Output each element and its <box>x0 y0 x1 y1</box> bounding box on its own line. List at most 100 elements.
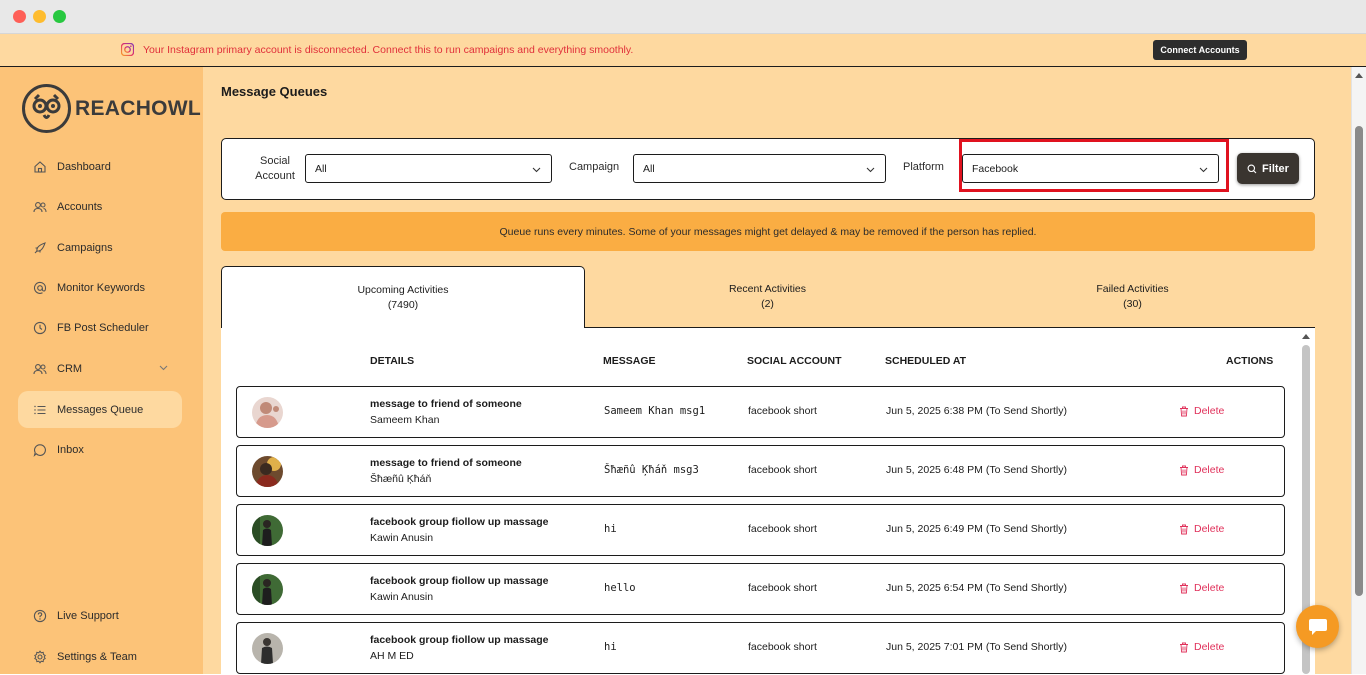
sidebar-item-label: Live Support <box>57 609 119 622</box>
sidebar-item-dashboard[interactable]: Dashboard <box>18 148 182 185</box>
sidebar-item-campaigns[interactable]: Campaigns <box>18 229 182 266</box>
social-account-label: Social Account <box>255 155 295 182</box>
page-scrollbar[interactable] <box>1351 67 1366 674</box>
rocket-icon <box>34 241 46 253</box>
sidebar-item-label: Settings & Team <box>57 650 137 663</box>
social-account-select[interactable]: All <box>305 154 552 183</box>
row-social-account: facebook short <box>748 464 817 476</box>
sidebar: REACHOWL Dashboard Accounts Campaigns Mo… <box>0 67 203 674</box>
delete-button[interactable]: Delete <box>1179 464 1224 476</box>
sidebar-item-crm[interactable]: CRM <box>18 350 182 387</box>
trash-icon <box>1180 406 1188 416</box>
row-social-account: facebook short <box>748 405 817 417</box>
row-social-account: facebook short <box>748 523 817 535</box>
sidebar-item-label: Dashboard <box>57 160 111 173</box>
sidebar-item-label: CRM <box>57 362 83 375</box>
delete-button[interactable]: Delete <box>1179 523 1224 535</box>
social-account-value: All <box>315 162 327 175</box>
delete-label: Delete <box>1194 523 1225 535</box>
avatar <box>252 515 283 546</box>
home-icon <box>34 160 46 173</box>
chevron-down-icon[interactable] <box>159 363 168 372</box>
minimize-window-button[interactable] <box>33 10 46 23</box>
sidebar-item-monitor-keywords[interactable]: Monitor Keywords <box>18 269 182 306</box>
filter-button-label: Filter <box>1262 162 1289 175</box>
instagram-icon <box>121 43 134 56</box>
tab-recent-activities[interactable]: Recent Activities (2) <box>585 266 950 328</box>
campaign-label: Campaign <box>569 161 620 173</box>
page-title: Message Queues <box>221 84 328 99</box>
row-scheduled-at: Jun 5, 2025 6:49 PM (To Send Shortly) <box>886 523 1067 535</box>
chat-icon <box>33 443 46 457</box>
gear-icon <box>34 649 46 664</box>
platform-highlight-box <box>959 139 1229 192</box>
sidebar-item-settings-team[interactable]: Settings & Team <box>18 638 182 675</box>
queue-notice: Queue runs every minutes. Some of your m… <box>221 212 1315 251</box>
row-details-title: facebook group fiollow up massage <box>370 516 549 528</box>
campaign-value: All <box>643 162 655 175</box>
row-social-account: facebook short <box>748 582 817 594</box>
row-message: hello <box>604 582 636 594</box>
brand-name: REACHOWL <box>75 96 202 120</box>
maximize-window-button[interactable] <box>53 10 66 23</box>
row-scheduled-at: Jun 5, 2025 6:54 PM (To Send Shortly) <box>886 582 1067 594</box>
brand-logo[interactable]: REACHOWL <box>22 84 201 133</box>
users-icon <box>33 201 47 212</box>
sidebar-item-inbox[interactable]: Inbox <box>18 431 182 468</box>
sidebar-item-messages-queue[interactable]: Messages Queue <box>18 391 182 428</box>
banner-message: Your Instagram primary account is discon… <box>143 44 634 56</box>
row-details-name: AH M ED <box>370 650 414 662</box>
tab-failed-activities[interactable]: Failed Activities (30) <box>950 266 1315 328</box>
delete-button[interactable]: Delete <box>1179 582 1224 594</box>
tab-label: Recent Activities <box>728 283 807 295</box>
platform-label: Platform <box>903 161 944 173</box>
row-message: Šħæñû Ķħáň msg3 <box>604 464 699 476</box>
avatar <box>252 633 283 664</box>
users-icon <box>33 363 47 374</box>
scroll-up-arrow-icon[interactable] <box>1355 73 1363 78</box>
row-social-account: facebook short <box>748 641 817 653</box>
column-header-details: DETAILS <box>370 355 415 367</box>
delete-label: Delete <box>1194 582 1225 594</box>
sidebar-item-live-support[interactable]: Live Support <box>18 597 182 634</box>
connect-accounts-button[interactable]: Connect Accounts <box>1153 40 1247 60</box>
row-message: Sameem Khan msg1 <box>604 405 706 417</box>
tab-upcoming-activities[interactable]: Upcoming Activities (7490) <box>221 266 585 328</box>
row-details-title: message to friend of someone <box>370 457 522 469</box>
list-icon <box>34 405 46 414</box>
tab-count: (2) <box>761 298 774 310</box>
sidebar-item-fb-post-scheduler[interactable]: FB Post Scheduler <box>18 309 182 346</box>
table-row: message to friend of someone Sameem Khan… <box>236 386 1285 438</box>
column-header-scheduled-at: SCHEDULED AT <box>885 355 967 367</box>
table-row: facebook group fiollow up massage AH M E… <box>236 622 1285 674</box>
sidebar-item-label: Accounts <box>57 200 103 213</box>
clock-icon <box>33 321 47 334</box>
table-row: facebook group fiollow up massage Kawin … <box>236 563 1285 615</box>
sidebar-item-accounts[interactable]: Accounts <box>18 188 182 225</box>
close-window-button[interactable] <box>13 10 26 23</box>
campaign-select[interactable]: All <box>633 154 886 183</box>
row-details-name: Šħæñû Ķħáň <box>370 473 432 485</box>
trash-icon <box>1180 583 1188 593</box>
row-details-name: Kawin Anusin <box>370 532 434 544</box>
sidebar-item-label: FB Post Scheduler <box>57 321 149 334</box>
help-icon <box>33 609 47 622</box>
delete-button[interactable]: Delete <box>1179 405 1224 417</box>
delete-button[interactable]: Delete <box>1179 641 1224 653</box>
table-row: facebook group fiollow up massage Kawin … <box>236 504 1285 556</box>
trash-icon <box>1180 465 1188 475</box>
row-scheduled-at: Jun 5, 2025 6:38 PM (To Send Shortly) <box>886 405 1067 417</box>
filter-button[interactable]: Filter <box>1237 153 1299 184</box>
sidebar-item-label: Messages Queue <box>57 403 144 416</box>
page-scrollbar-thumb[interactable] <box>1355 126 1363 596</box>
row-details-title: facebook group fiollow up massage <box>370 634 549 646</box>
scroll-up-arrow-icon[interactable] <box>1302 334 1310 339</box>
live-chat-button[interactable] <box>1296 605 1339 648</box>
at-icon <box>33 281 47 294</box>
row-scheduled-at: Jun 5, 2025 6:48 PM (To Send Shortly) <box>886 464 1067 476</box>
row-details-title: facebook group fiollow up massage <box>370 575 549 587</box>
delete-label: Delete <box>1194 641 1225 653</box>
row-message: hi <box>604 641 617 653</box>
sidebar-item-label: Monitor Keywords <box>57 281 146 294</box>
tab-count: (7490) <box>387 298 419 311</box>
